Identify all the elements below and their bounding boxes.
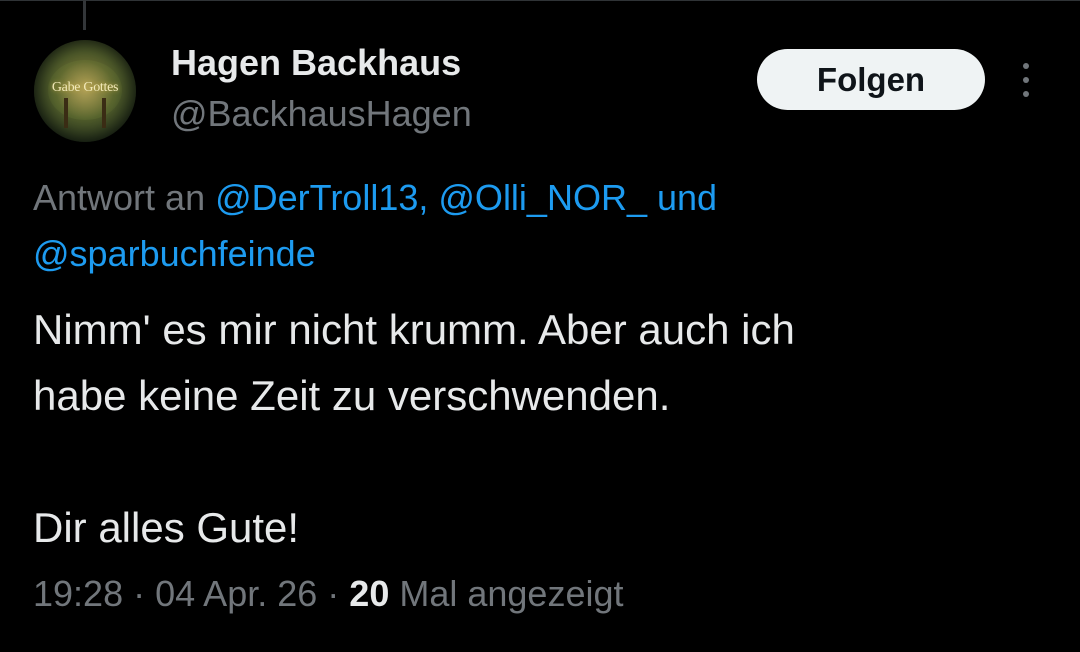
follow-button[interactable]: Folgen [757,49,985,110]
avatar-sign-post [64,98,68,128]
tweet-date[interactable]: 04 Apr. 26 [155,573,317,614]
views-count[interactable]: 20 [349,573,389,614]
avatar[interactable]: Gabe Gottes [34,40,136,142]
thread-connector-line [83,0,86,30]
meta-separator: · [327,573,340,614]
reply-prefix: Antwort an [33,177,206,218]
tweet-text: Nimm' es mir nicht krumm. Aber auch ich … [33,297,1043,561]
mention-link[interactable]: @sparbuchfeinde [33,233,316,274]
more-dot [1023,91,1029,97]
mention-link[interactable]: @Olli_NOR_ [438,177,647,218]
avatar-sign-text: Gabe Gottes [51,80,119,95]
tweet-line: Dir alles Gute! [33,504,300,551]
reply-context: Antwort an @DerTroll13, @Olli_NOR_ und @… [33,170,1033,282]
tweet-line: habe keine Zeit zu verschwenden. [33,372,671,419]
meta-separator: · [133,573,146,614]
author-display-name[interactable]: Hagen Backhaus [171,42,461,84]
tweet-meta: 19:28 · 04 Apr. 26 · 20 Mal angezeigt [33,573,624,615]
top-divider [0,0,1080,1]
more-dot [1023,77,1029,83]
more-dot [1023,63,1029,69]
views-label[interactable]: Mal angezeigt [399,573,623,614]
tweet-time[interactable]: 19:28 [33,573,123,614]
reply-conjunction[interactable]: und [657,177,717,218]
mention-link[interactable]: @DerTroll13, [215,177,428,218]
more-vertical-icon[interactable] [1012,60,1040,100]
tweet-line: Nimm' es mir nicht krumm. Aber auch ich [33,306,795,353]
author-handle[interactable]: @BackhausHagen [171,93,472,135]
avatar-sign-post [102,98,106,128]
